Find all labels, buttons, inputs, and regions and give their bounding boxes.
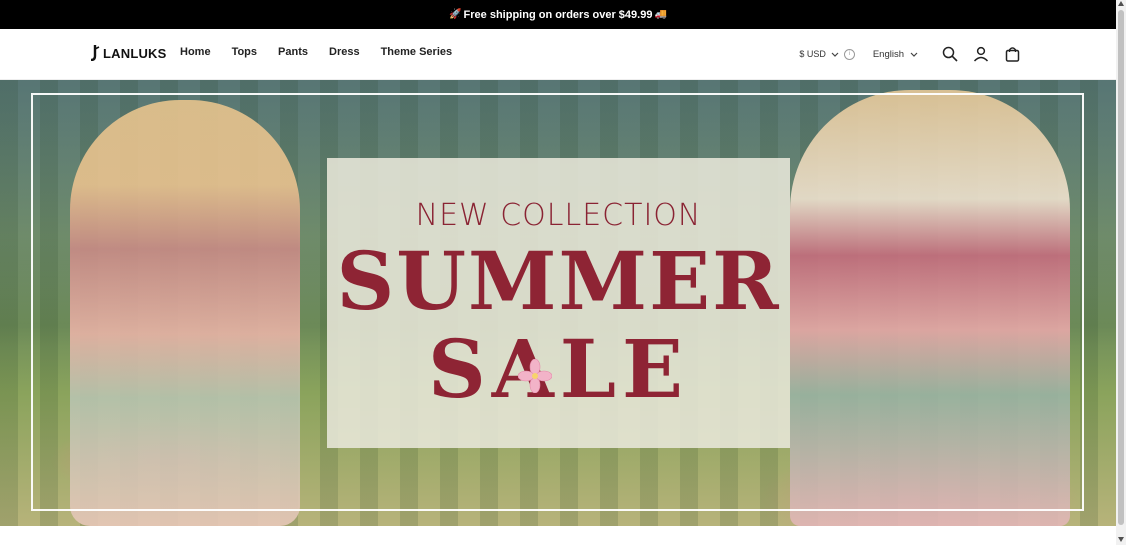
truck-emoji: 🚚 [654, 9, 667, 20]
scroll-thumb[interactable] [1118, 10, 1124, 525]
nav-home[interactable]: Home [180, 46, 211, 58]
chevron-down-icon [910, 52, 918, 57]
scroll-up-arrow[interactable] [1118, 1, 1124, 6]
logo[interactable]: LANLUKS [90, 45, 167, 61]
rocket-emoji: 🚀 [449, 9, 462, 20]
nav-tops[interactable]: Tops [232, 46, 257, 58]
language-label: English [872, 48, 904, 60]
hero-banner[interactable]: NEW COLLECTION SUMMER SALE [0, 80, 1116, 526]
currency-label: $ USD [799, 49, 826, 59]
hero-headline-summer: SUMMER [336, 234, 781, 328]
currency-selector[interactable]: $ USD i [799, 48, 855, 60]
main-nav: Home Tops Pants Dress Theme Series [180, 46, 473, 58]
hero-headline-sale-text: SALE [427, 322, 690, 416]
header-tools: $ USD i English [799, 41, 1023, 67]
chevron-down-icon [831, 52, 839, 57]
search-button[interactable] [939, 43, 961, 65]
nav-dress[interactable]: Dress [329, 46, 360, 58]
scroll-down-arrow[interactable] [1118, 537, 1124, 542]
hero-headline-sale: SALE [428, 329, 689, 409]
account-icon [973, 46, 989, 62]
flower-icon [517, 359, 552, 393]
logo-icon [90, 45, 100, 61]
cart-icon [1005, 47, 1019, 62]
nav-pants[interactable]: Pants [278, 46, 308, 58]
search-icon [942, 46, 958, 62]
language-selector[interactable]: English [873, 49, 918, 60]
logo-text: LANLUKS [103, 45, 167, 61]
info-icon[interactable]: i [843, 48, 855, 60]
cart-button[interactable] [1001, 43, 1023, 65]
scrollbar[interactable] [1116, 0, 1126, 545]
site-header: LANLUKS Home Tops Pants Dress Theme Seri… [0, 29, 1116, 80]
hero-kicker: NEW COLLECTION [415, 198, 702, 233]
promo-box: NEW COLLECTION SUMMER SALE [327, 158, 790, 448]
page: 🚀 Free shipping on orders over $49.99 🚚 … [0, 0, 1116, 545]
announcement-text: Free shipping on orders over $49.99 [463, 8, 653, 21]
announcement-bar: 🚀 Free shipping on orders over $49.99 🚚 [0, 0, 1116, 29]
account-button[interactable] [970, 43, 992, 65]
nav-theme-series[interactable]: Theme Series [381, 46, 453, 58]
